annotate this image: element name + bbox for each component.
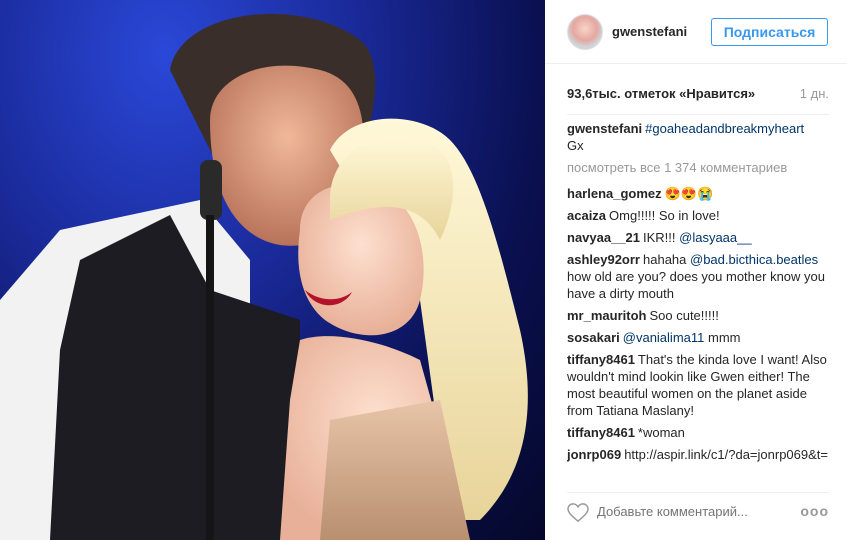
post-sidebar: gwenstefani Подписаться 93,6тыс. отметок… bbox=[545, 0, 847, 540]
comment-mention[interactable]: @vanialima11 bbox=[623, 330, 705, 345]
comment-username[interactable]: acaiza bbox=[567, 208, 606, 223]
comment-item: jonrp069 http://aspir.link/c1/?da=jonrp06… bbox=[567, 446, 829, 463]
comment-footer: ooo bbox=[567, 492, 829, 528]
comment-text: hahaha bbox=[643, 252, 690, 267]
comment-mention[interactable]: @lasyaaa__ bbox=[679, 230, 751, 245]
comment-item: ashley92orr hahaha @bad.bicthica.beatles … bbox=[567, 251, 829, 302]
author-username[interactable]: gwenstefani bbox=[612, 24, 687, 39]
comment-username[interactable]: tiffany8461 bbox=[567, 352, 635, 367]
follow-button[interactable]: Подписаться bbox=[711, 18, 828, 46]
caption-text: Gx bbox=[567, 138, 584, 153]
comment-username[interactable]: sosakari bbox=[567, 330, 620, 345]
caption: gwenstefani #goaheadandbreakmyheart Gx bbox=[567, 120, 829, 154]
post-header: gwenstefani Подписаться bbox=[545, 0, 847, 64]
view-all-comments-link[interactable]: посмотреть все 1 374 комментариев bbox=[567, 159, 829, 176]
caption-username[interactable]: gwenstefani bbox=[567, 121, 642, 136]
likes-count[interactable]: 93,6тыс. отметок «Нравится» bbox=[567, 86, 755, 101]
comment-username[interactable]: navyaa__21 bbox=[567, 230, 640, 245]
heart-icon[interactable] bbox=[567, 503, 589, 523]
comment-item: harlena_gomez 😍😍😭 bbox=[567, 185, 829, 202]
comment-text: Omg!!!!! So in love! bbox=[609, 208, 720, 223]
comment-input[interactable] bbox=[597, 504, 787, 519]
comment-item: sosakari @vanialima11 mmm bbox=[567, 329, 829, 346]
comment-text-continued: how old are you? does you mother know yo… bbox=[567, 269, 825, 301]
more-options-icon[interactable]: ooo bbox=[800, 503, 829, 519]
comment-item: navyaa__21 IKR!!! @lasyaaa__ bbox=[567, 229, 829, 246]
divider bbox=[567, 114, 829, 115]
comment-username[interactable]: ashley92orr bbox=[567, 252, 640, 267]
comment-item: tiffany8461 That's the kinda love I want!… bbox=[567, 351, 829, 419]
comment-text-continued: mmm bbox=[704, 330, 741, 345]
post-photo[interactable] bbox=[0, 0, 545, 540]
comment-username[interactable]: jonrp069 bbox=[567, 447, 621, 462]
photo-illustration bbox=[0, 13, 528, 540]
post-timestamp[interactable]: 1 дн. bbox=[800, 86, 829, 101]
comment-text: 😍😍😭 bbox=[664, 186, 714, 201]
comment-username[interactable]: harlena_gomez bbox=[567, 186, 662, 201]
caption-hashtag[interactable]: #goaheadandbreakmyheart bbox=[645, 121, 804, 136]
comment-mention[interactable]: @bad.bicthica.beatles bbox=[690, 252, 818, 267]
comment-text: *woman bbox=[637, 425, 685, 440]
comment-username[interactable]: mr_mauritoh bbox=[567, 308, 646, 323]
likes-row: 93,6тыс. отметок «Нравится» 1 дн. bbox=[567, 86, 829, 104]
comments-list: gwenstefani #goaheadandbreakmyheart Gx по… bbox=[567, 120, 829, 482]
comment-text: IKR!!! bbox=[643, 230, 680, 245]
comment-item: mr_mauritoh Soo cute!!!!! bbox=[567, 307, 829, 324]
avatar[interactable] bbox=[567, 14, 603, 50]
comment-username[interactable]: tiffany8461 bbox=[567, 425, 635, 440]
comment-text: Soo cute!!!!! bbox=[649, 308, 719, 323]
comment-item: tiffany8461 *woman bbox=[567, 424, 829, 441]
comment-text[interactable]: http://aspir.link/c1/?da=jonrp069&t= bbox=[624, 447, 828, 462]
comment-item: acaiza Omg!!!!! So in love! bbox=[567, 207, 829, 224]
